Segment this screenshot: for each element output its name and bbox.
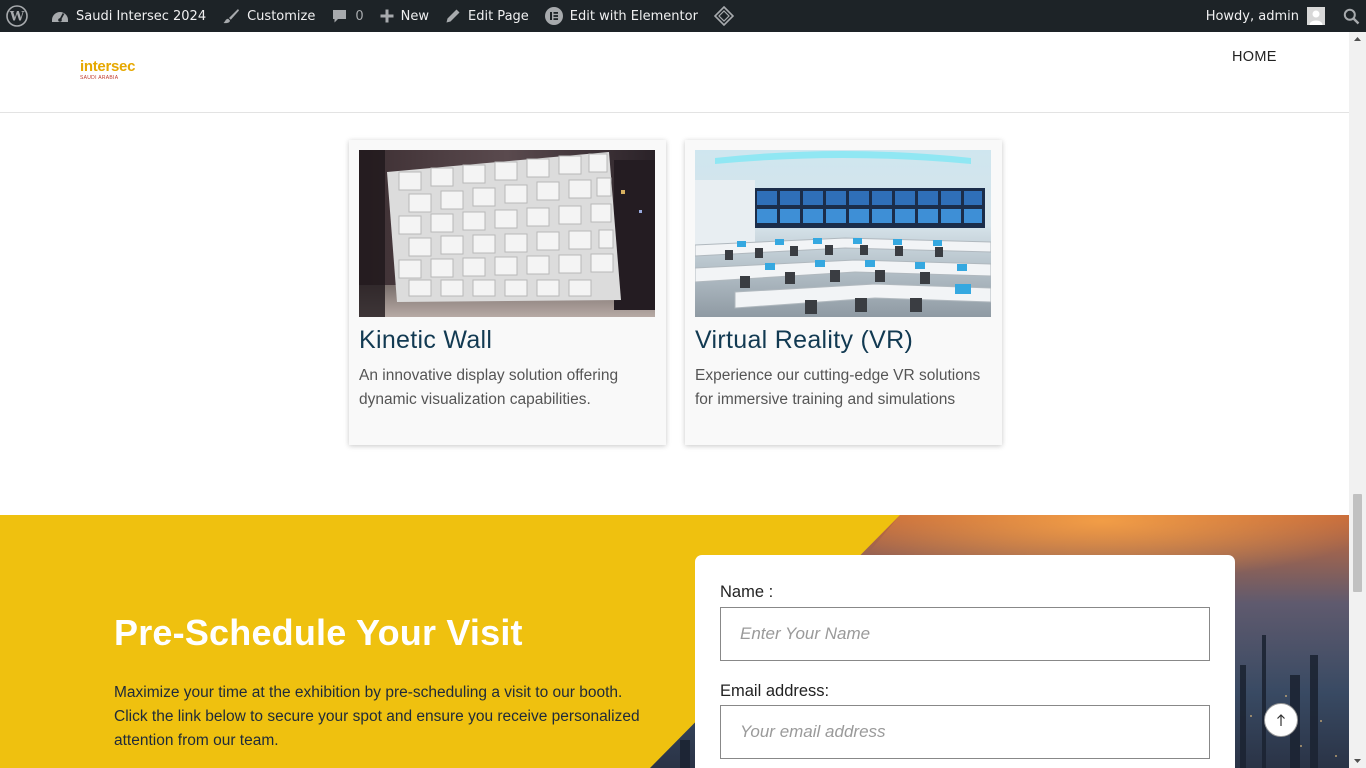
wp-admin-bar: W Saudi Intersec 2024 Customize 0 New Ed… — [0, 0, 1366, 32]
howdy-label: Howdy, admin — [1205, 8, 1299, 24]
control-room-image — [695, 150, 991, 317]
dashboard-icon — [52, 12, 68, 22]
admin-search-button[interactable] — [1335, 0, 1366, 32]
product-card-kinetic-wall: Kinetic Wall An innovative display solut… — [349, 140, 666, 445]
kinetic-wall-image — [359, 150, 655, 317]
wordpress-logo-button[interactable]: W — [0, 0, 35, 32]
section-title: Pre-Schedule Your Visit — [114, 612, 523, 653]
card-description: An innovative display solution offering … — [359, 367, 619, 408]
page-scrollbar[interactable] — [1349, 32, 1366, 768]
scroll-down-arrow-icon[interactable] — [1349, 754, 1366, 768]
diamond-icon — [713, 6, 734, 26]
elementor-icon — [544, 7, 563, 25]
site-name-link[interactable]: Saudi Intersec 2024 — [35, 0, 214, 32]
scrollbar-thumb[interactable] — [1353, 494, 1362, 592]
wordpress-icon: W — [6, 5, 28, 27]
site-logo[interactable]: intersec SAUDI ARABIA — [80, 58, 136, 82]
user-silhouette-icon — [1307, 7, 1325, 25]
edit-with-elementor-link[interactable]: Edit with Elementor — [537, 0, 706, 32]
pencil-icon — [446, 9, 460, 23]
edit-page-label: Edit Page — [468, 8, 529, 24]
search-icon — [1343, 8, 1360, 24]
logo-sub-text: SAUDI ARABIA — [80, 75, 119, 81]
site-name: Saudi Intersec 2024 — [76, 8, 207, 24]
card-title: Virtual Reality (VR) — [695, 326, 914, 354]
email-input[interactable] — [720, 705, 1210, 759]
product-card-virtual-reality: Virtual Reality (VR) Experience our cutt… — [685, 140, 1002, 445]
edit-page-link[interactable]: Edit Page — [437, 0, 537, 32]
comments-link[interactable]: 0 — [323, 0, 371, 32]
email-label: Email address: — [720, 682, 830, 700]
new-label: New — [400, 8, 429, 24]
logo-main-text: intersec — [80, 58, 136, 75]
name-label: Name : — [720, 583, 774, 601]
svg-text:W: W — [9, 10, 25, 25]
plugin-diamond-button[interactable] — [706, 0, 742, 32]
section-description: Maximize your time at the exhibition by … — [114, 684, 640, 749]
brush-icon — [223, 9, 240, 24]
site-header: intersec SAUDI ARABIA HOME — [0, 32, 1349, 113]
back-to-top-button[interactable] — [1264, 703, 1298, 737]
customize-link[interactable]: Customize — [214, 0, 323, 32]
customize-label: Customize — [247, 8, 316, 24]
admin-bar-right: Howdy, admin — [1198, 0, 1366, 32]
schedule-form: Name : Email address: — [695, 555, 1235, 768]
arrow-up-icon — [1277, 714, 1285, 726]
nav-home-link[interactable]: HOME — [1232, 49, 1277, 65]
comment-bubble-icon — [333, 9, 347, 22]
plus-icon — [380, 9, 394, 23]
edit-elementor-label: Edit with Elementor — [569, 8, 698, 24]
card-title: Kinetic Wall — [359, 326, 493, 354]
my-account-menu[interactable]: Howdy, admin — [1198, 0, 1335, 32]
admin-bar-left: W Saudi Intersec 2024 Customize 0 New Ed… — [0, 0, 742, 32]
pre-schedule-section: Pre-Schedule Your Visit Maximize your ti… — [0, 515, 1349, 768]
card-description: Experience our cutting-edge VR solutions… — [695, 367, 981, 408]
comments-count: 0 — [355, 8, 364, 24]
new-content-link[interactable]: New — [372, 0, 437, 32]
avatar — [1307, 7, 1325, 25]
scroll-up-arrow-icon[interactable] — [1349, 32, 1366, 46]
name-input[interactable] — [720, 607, 1210, 661]
